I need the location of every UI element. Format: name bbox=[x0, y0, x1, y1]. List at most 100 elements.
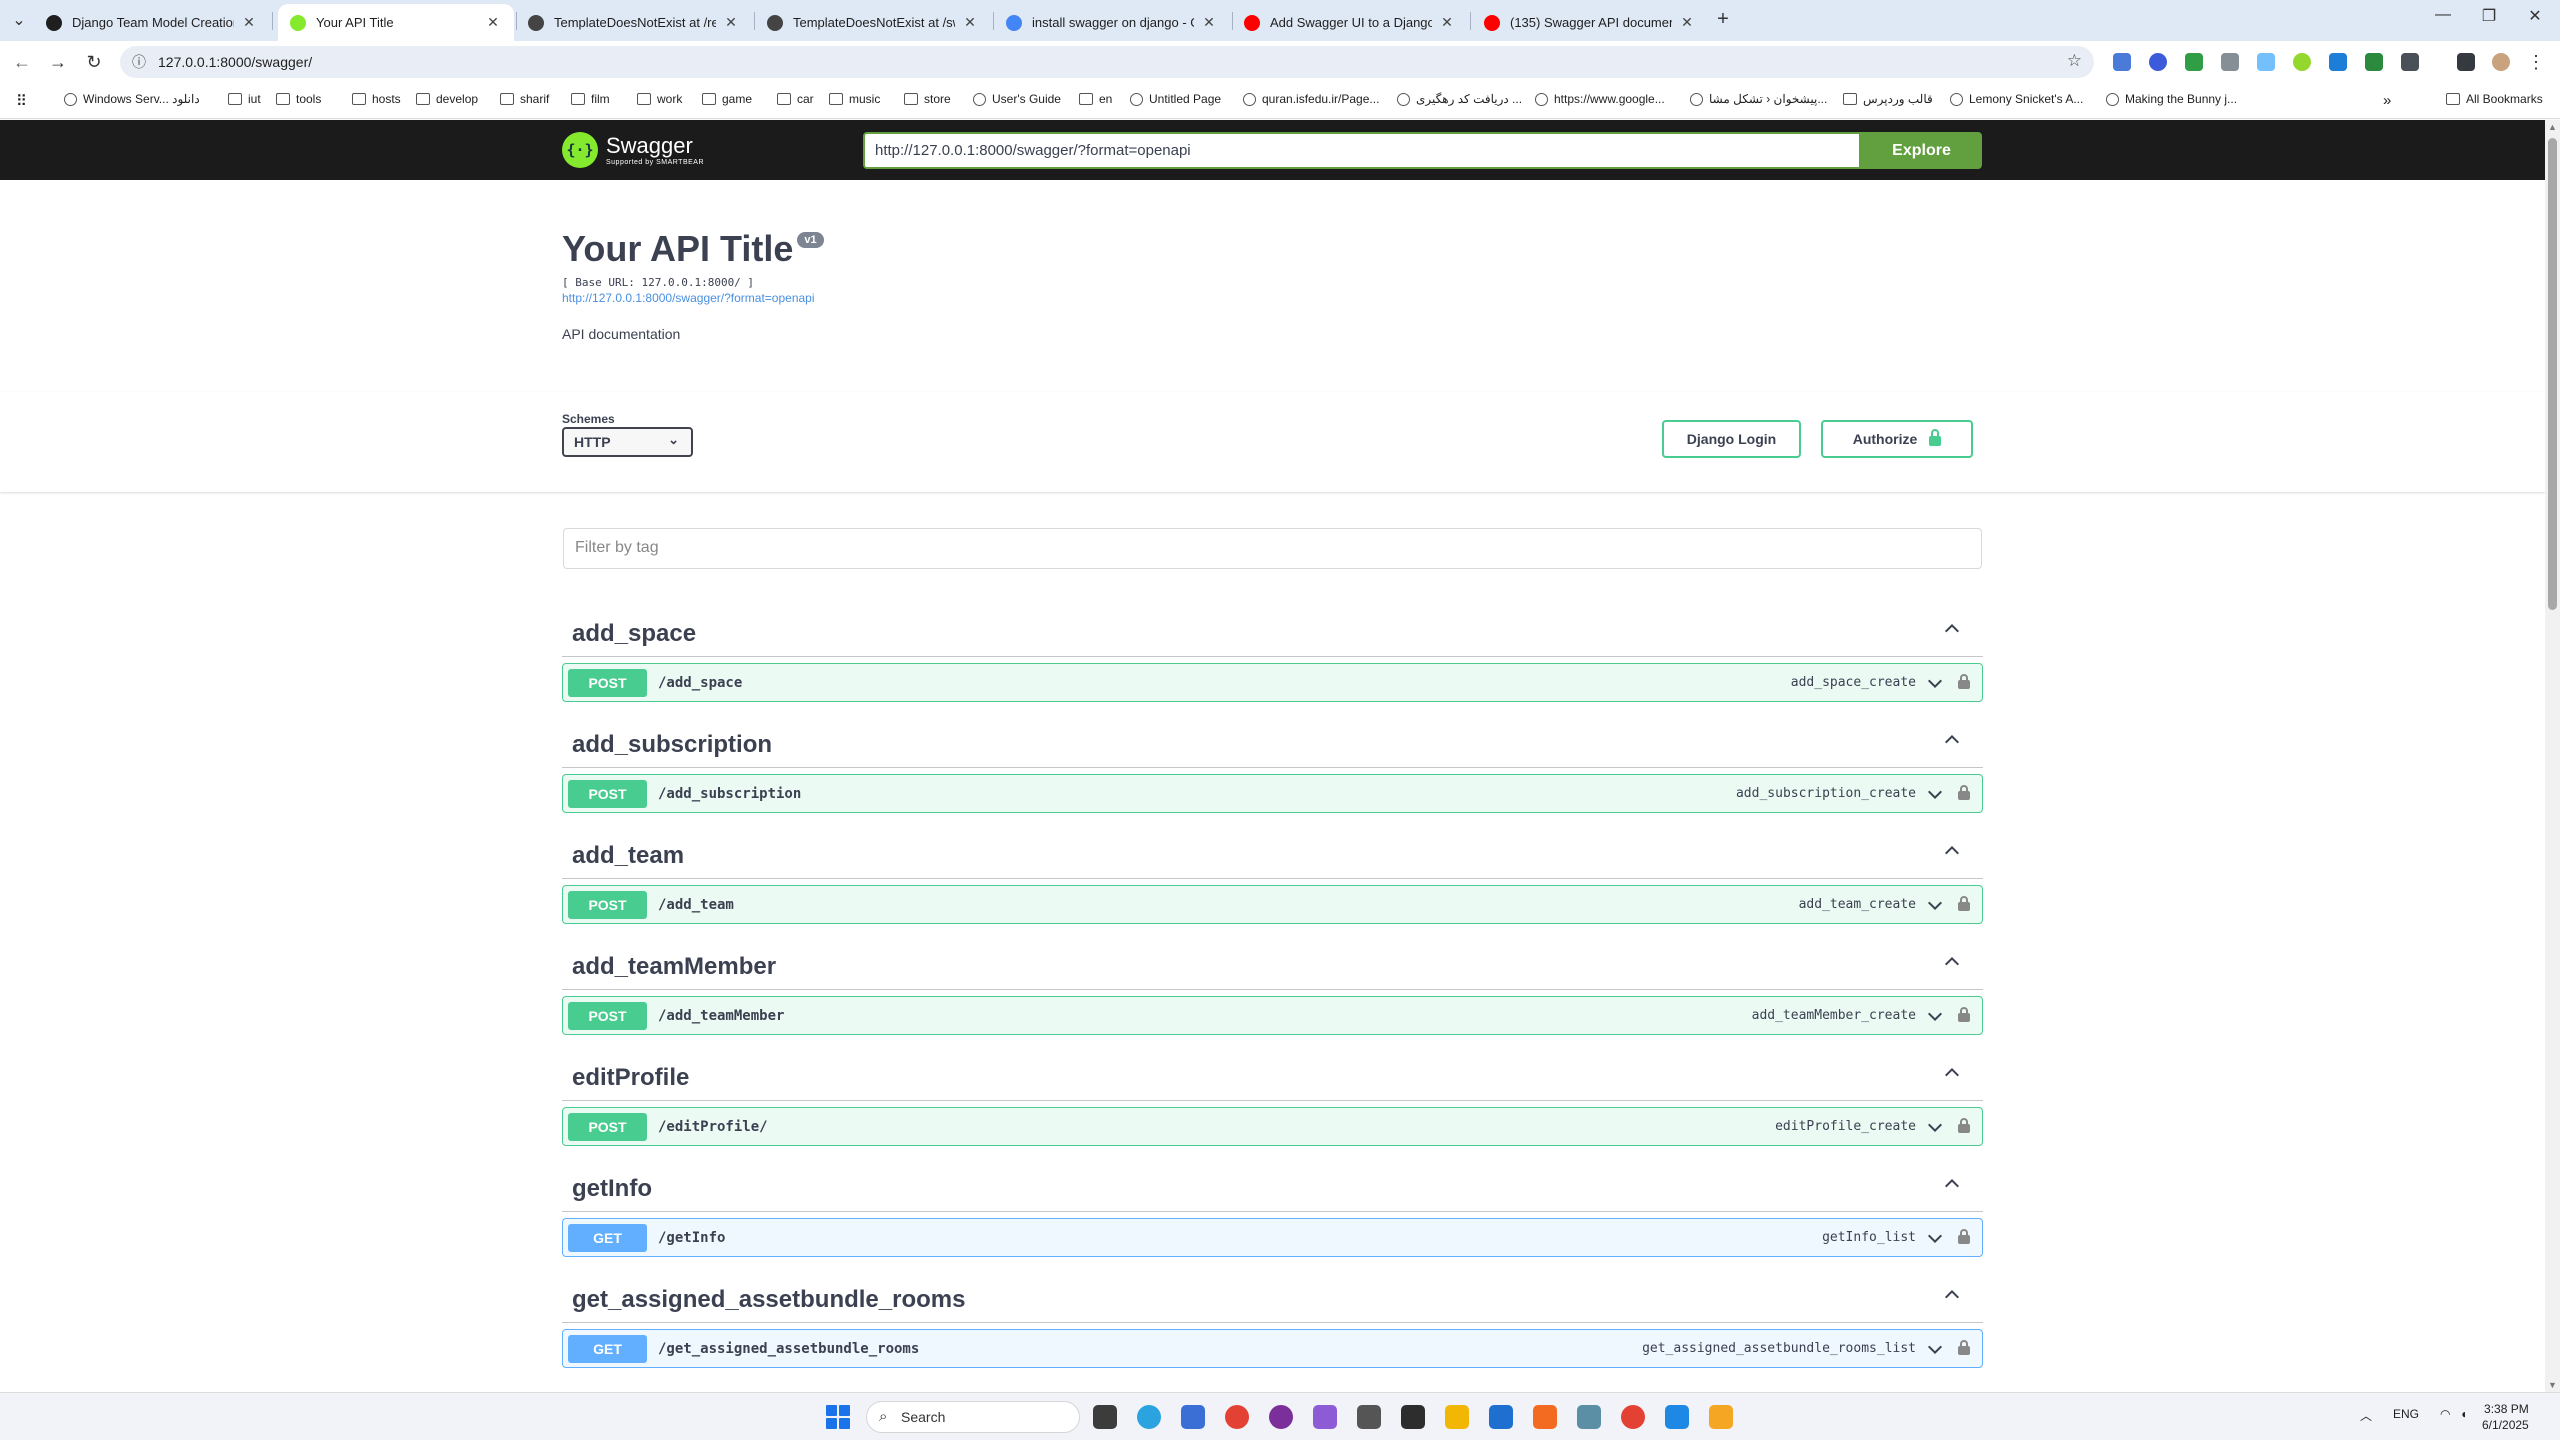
taskbar-search[interactable]: ⌕ Search bbox=[866, 1401, 1080, 1433]
chart-app-icon[interactable] bbox=[1181, 1405, 1205, 1429]
chevron-down-icon[interactable] bbox=[1926, 785, 1944, 803]
tag-name[interactable]: add_space bbox=[572, 620, 696, 648]
bookmark-item[interactable]: Making the Bunny j... bbox=[2106, 92, 2237, 106]
tag-header[interactable]: getInfo bbox=[562, 1155, 1983, 1212]
bookmark-item[interactable]: Untitled Page bbox=[1130, 92, 1221, 106]
operation-row[interactable]: POST/add_subscription add_subscription_cr… bbox=[562, 774, 1983, 813]
tab-close-icon[interactable]: ✕ bbox=[240, 14, 258, 31]
tab-close-icon[interactable]: ✕ bbox=[1678, 14, 1696, 31]
browser-menu-icon[interactable]: ⋮ bbox=[2524, 50, 2548, 74]
browser-tab[interactable]: TemplateDoesNotExist at /redo ✕ bbox=[516, 4, 752, 41]
tag-header[interactable]: get_assigned_assetbundle_rooms bbox=[562, 1266, 1983, 1323]
task-view-icon[interactable] bbox=[1093, 1405, 1117, 1429]
browser-tab[interactable]: (135) Swagger API documentati ✕ bbox=[1472, 4, 1708, 41]
tag-name[interactable]: get_assigned_assetbundle_rooms bbox=[572, 1286, 965, 1314]
tag-header[interactable]: add_teamMember bbox=[562, 933, 1983, 990]
download-icon[interactable] bbox=[2365, 53, 2383, 71]
tab-search-chevron-icon[interactable]: ⌄ bbox=[8, 10, 30, 32]
browser-tab[interactable]: install swagger on django - Go ✕ bbox=[994, 4, 1230, 41]
page-scrollbar[interactable]: ▲ ▼ bbox=[2545, 120, 2560, 1392]
filter-by-tag-input[interactable]: Filter by tag bbox=[563, 528, 1982, 569]
bookmark-folder[interactable]: develop bbox=[416, 92, 478, 106]
bookmark-item[interactable]: دریافت کد رهگیری ... bbox=[1397, 92, 1522, 106]
tag-header[interactable]: add_team bbox=[562, 822, 1983, 879]
all-bookmarks-folder[interactable]: All Bookmarks bbox=[2446, 92, 2543, 106]
tag-header[interactable]: add_subscription bbox=[562, 711, 1983, 768]
tag-name[interactable]: getInfo bbox=[572, 1175, 652, 1203]
operation-row[interactable]: POST/add_space add_space_create bbox=[562, 663, 1983, 702]
tag-name[interactable]: add_teamMember bbox=[572, 953, 776, 981]
bookmark-folder[interactable]: car bbox=[777, 92, 814, 106]
chevron-up-icon[interactable] bbox=[1943, 842, 1961, 860]
clock[interactable]: 3:38 PM 6/1/2025 bbox=[2482, 1401, 2529, 1433]
address-url[interactable]: 127.0.0.1:8000/swagger/ bbox=[158, 54, 312, 70]
chevron-up-icon[interactable] bbox=[1943, 1064, 1961, 1082]
bookmark-item[interactable]: quran.isfedu.ir/Page... bbox=[1243, 92, 1379, 106]
chevron-up-icon[interactable] bbox=[1943, 731, 1961, 749]
django-login-button[interactable]: Django Login bbox=[1662, 420, 1801, 458]
lock-icon[interactable] bbox=[1958, 1229, 1970, 1244]
app-icon[interactable] bbox=[1489, 1405, 1513, 1429]
explore-button[interactable]: Explore bbox=[1861, 132, 1982, 169]
browser-tab[interactable]: Django Team Model Creation ✕ bbox=[34, 4, 270, 41]
xampp-icon[interactable] bbox=[1533, 1405, 1557, 1429]
authorize-button[interactable]: Authorize bbox=[1821, 420, 1973, 458]
operation-row[interactable]: POST/add_teamMember add_teamMember_create bbox=[562, 996, 1983, 1035]
telegram-icon[interactable] bbox=[1137, 1405, 1161, 1429]
wifi-icon[interactable]: ◠ bbox=[2440, 1407, 2450, 1421]
back-icon[interactable]: ← bbox=[10, 50, 34, 74]
bookmark-folder[interactable]: tools bbox=[276, 92, 321, 106]
chevron-down-icon[interactable] bbox=[1926, 1118, 1944, 1136]
lock-icon[interactable] bbox=[1958, 1118, 1970, 1133]
new-tab-button[interactable]: + bbox=[1710, 8, 1736, 31]
tag-header[interactable]: add_space bbox=[562, 600, 1983, 657]
spec-url-input[interactable]: http://127.0.0.1:8000/swagger/?format=op… bbox=[863, 132, 1861, 169]
app-icon[interactable] bbox=[1269, 1405, 1293, 1429]
tag-name[interactable]: add_team bbox=[572, 842, 684, 870]
browser-tab[interactable]: TemplateDoesNotExist at /swag ✕ bbox=[755, 4, 991, 41]
minimize-button[interactable]: — bbox=[2420, 6, 2466, 24]
lock-icon[interactable] bbox=[1958, 674, 1970, 689]
download-extension-icon[interactable] bbox=[2329, 53, 2347, 71]
tab-close-icon[interactable]: ✕ bbox=[484, 14, 502, 31]
bookmark-folder[interactable]: en bbox=[1079, 92, 1112, 106]
scrollbar-thumb[interactable] bbox=[2548, 138, 2557, 610]
address-bar[interactable]: ⓘ 127.0.0.1:8000/swagger/ ☆ bbox=[120, 46, 2094, 78]
tray-chevron-icon[interactable]: ︿ bbox=[2360, 1407, 2372, 1424]
browser-tab[interactable]: Add Swagger UI to a Django Re ✕ bbox=[1232, 4, 1468, 41]
site-info-icon[interactable]: ⓘ bbox=[132, 52, 146, 72]
tab-close-icon[interactable]: ✕ bbox=[722, 14, 740, 31]
scroll-down-arrow-icon[interactable]: ▼ bbox=[2548, 1380, 2557, 1390]
chevron-up-icon[interactable] bbox=[1943, 1286, 1961, 1304]
bookmark-item[interactable]: User's Guide bbox=[973, 92, 1061, 106]
media-control-icon[interactable] bbox=[2457, 53, 2475, 71]
bookmark-item[interactable]: پیشخوان ‹ تشکل مشا... bbox=[1690, 92, 1827, 106]
app-icon[interactable] bbox=[1577, 1405, 1601, 1429]
extension-icon[interactable] bbox=[2221, 53, 2239, 71]
chevron-up-icon[interactable] bbox=[1943, 953, 1961, 971]
operation-row[interactable]: POST/editProfile/editProfile_create bbox=[562, 1107, 1983, 1146]
apps-grid-icon[interactable]: ⠿ bbox=[16, 92, 27, 110]
bookmark-folder[interactable]: work bbox=[637, 92, 682, 106]
tag-name[interactable]: editProfile bbox=[572, 1064, 689, 1092]
browser-tab[interactable]: Your API Title ✕ bbox=[278, 4, 514, 41]
chevron-down-icon[interactable] bbox=[1926, 1007, 1944, 1025]
translate-extension-icon[interactable] bbox=[2113, 53, 2131, 71]
tag-header[interactable]: get_space bbox=[562, 1377, 1983, 1392]
extension-icon[interactable] bbox=[2257, 53, 2275, 71]
app-icon[interactable] bbox=[1709, 1405, 1733, 1429]
spec-link[interactable]: http://127.0.0.1:8000/swagger/?format=op… bbox=[562, 291, 824, 305]
bookmark-item[interactable]: https://www.google... bbox=[1535, 92, 1665, 106]
more-bookmarks-chevron-icon[interactable]: » bbox=[2383, 92, 2391, 109]
profile-avatar[interactable] bbox=[2492, 53, 2510, 71]
extension-icon[interactable] bbox=[2185, 53, 2203, 71]
restore-button[interactable]: ❐ bbox=[2466, 6, 2512, 26]
extension-icon[interactable] bbox=[2149, 53, 2167, 71]
extension-icon[interactable] bbox=[2293, 53, 2311, 71]
language-indicator[interactable]: ENG bbox=[2393, 1407, 2419, 1421]
start-button[interactable] bbox=[826, 1405, 850, 1429]
lock-icon[interactable] bbox=[1958, 1340, 1970, 1355]
bookmark-star-icon[interactable]: ☆ bbox=[2067, 51, 2082, 71]
bookmark-folder[interactable]: قالب وردپرس bbox=[1843, 92, 1933, 106]
bookmark-folder[interactable]: film bbox=[571, 92, 610, 106]
